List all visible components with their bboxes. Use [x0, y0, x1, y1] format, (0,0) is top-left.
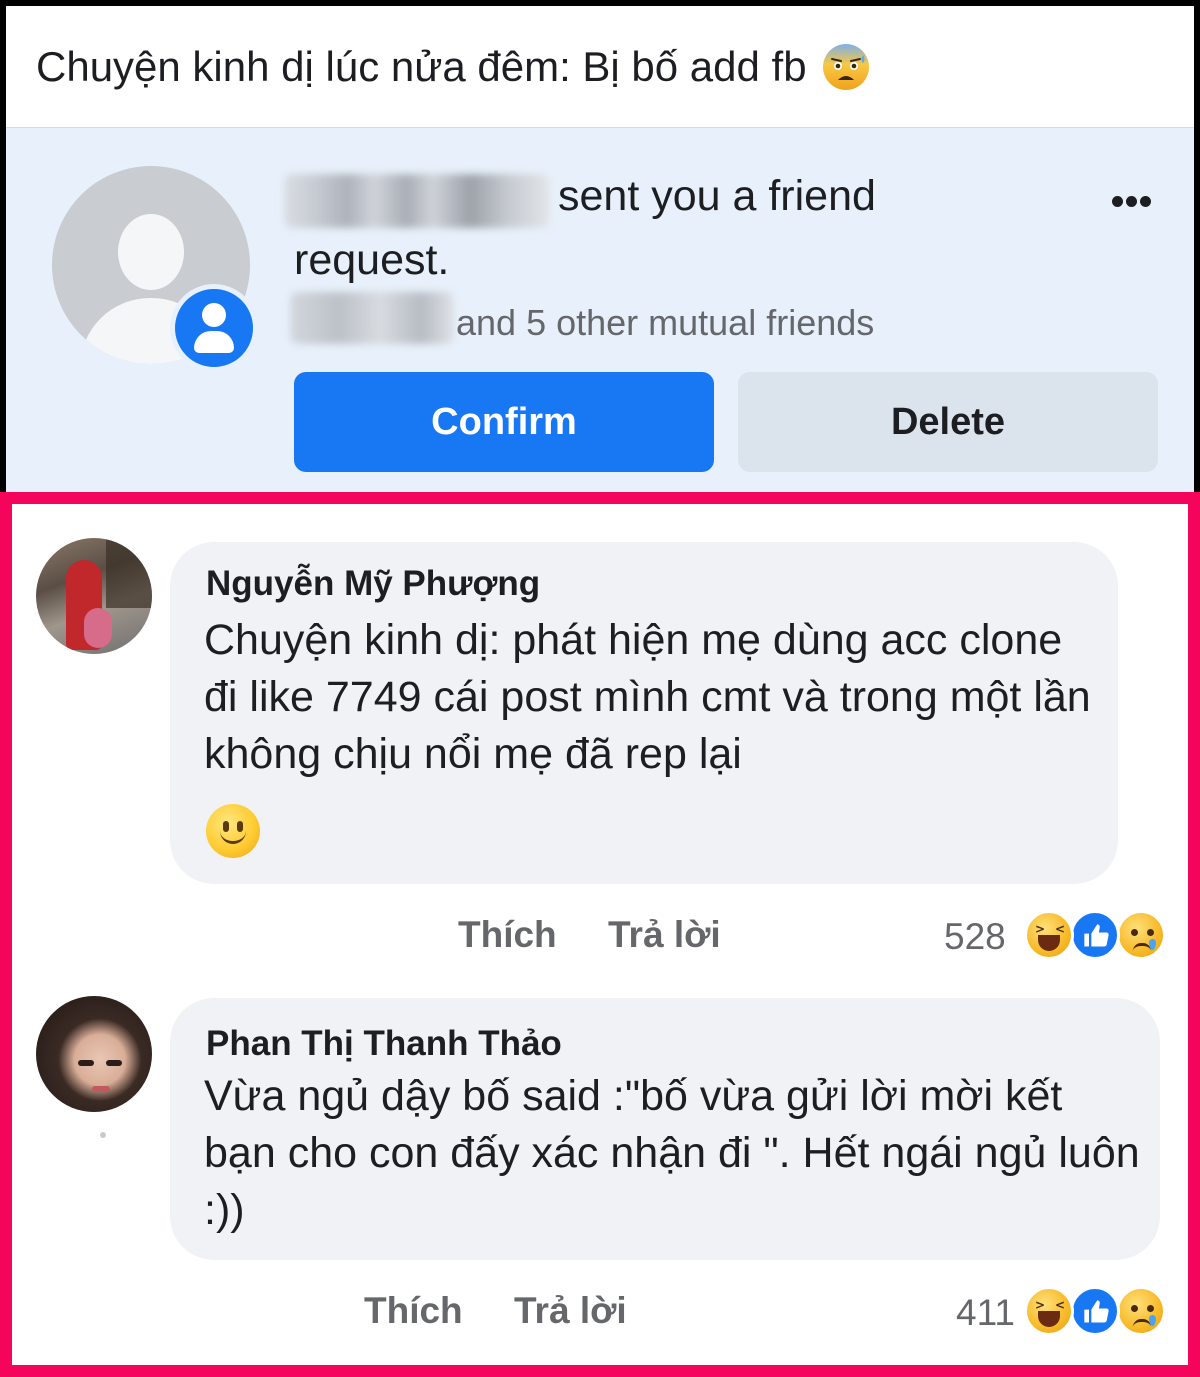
- like-reaction-icon: [1070, 1286, 1120, 1336]
- slightly-smiling-face-icon: [206, 804, 260, 858]
- reaction-count[interactable]: 528: [944, 916, 1006, 958]
- delete-button[interactable]: Delete: [738, 372, 1158, 472]
- anxious-face-with-sweat-icon: [821, 42, 871, 92]
- haha-reaction-icon: > <: [1024, 910, 1074, 960]
- confirm-button[interactable]: Confirm: [294, 372, 714, 472]
- comments-highlight-frame: Nguyễn Mỹ Phượng Chuyện kinh dị: phát hi…: [0, 492, 1200, 1377]
- reply-comment-button[interactable]: Trả lời: [514, 1290, 627, 1332]
- post-title-text: Chuyện kinh dị lúc nửa đêm: Bị bố add fb: [36, 43, 807, 90]
- like-comment-button[interactable]: Thích: [364, 1290, 463, 1332]
- haha-reaction-icon: > <: [1024, 1286, 1074, 1336]
- sad-reaction-icon: [1116, 910, 1166, 960]
- commenter-avatar[interactable]: [36, 996, 152, 1112]
- reply-comment-button[interactable]: Trả lời: [608, 914, 721, 956]
- request-message-line2: request.: [294, 236, 450, 284]
- post-title-bar: Chuyện kinh dị lúc nửa đêm: Bị bố add fb: [6, 6, 1194, 128]
- friend-request-notification[interactable]: sent you a friend request. and 5 other m…: [6, 128, 1194, 500]
- comment-author[interactable]: Phan Thị Thanh Thảo: [206, 1024, 562, 1064]
- request-message-line1: sent you a friend: [558, 172, 876, 220]
- reaction-count[interactable]: 411: [956, 1292, 1015, 1334]
- status-dot: [100, 1132, 106, 1138]
- reaction-icons[interactable]: > <: [1024, 910, 1170, 960]
- post-title: Chuyện kinh dị lúc nửa đêm: Bị bố add fb: [36, 42, 871, 92]
- comment-text: Vừa ngủ dậy bố said :"bố vừa gửi lời mời…: [204, 1072, 1140, 1234]
- like-comment-button[interactable]: Thích: [458, 914, 557, 956]
- blurred-mutual-friend-name: [290, 292, 454, 344]
- comment-author[interactable]: Nguyễn Mỹ Phượng: [206, 564, 540, 604]
- comment-text: Chuyện kinh dị: phát hiện mẹ dùng acc cl…: [204, 616, 1091, 778]
- comment-bubble: Nguyễn Mỹ Phượng Chuyện kinh dị: phát hi…: [170, 542, 1118, 884]
- sad-reaction-icon: [1116, 1286, 1166, 1336]
- friend-request-badge-icon: [170, 284, 258, 372]
- like-reaction-icon: [1070, 910, 1120, 960]
- default-avatar-head: [118, 214, 184, 290]
- blurred-requester-name: [284, 174, 550, 228]
- reaction-icons[interactable]: > <: [1024, 1286, 1170, 1336]
- more-options-icon[interactable]: [1106, 190, 1156, 210]
- friend-request-screenshot: Chuyện kinh dị lúc nửa đêm: Bị bố add fb: [0, 0, 1200, 500]
- comment-bubble: Phan Thị Thanh Thảo Vừa ngủ dậy bố said …: [170, 998, 1160, 1260]
- commenter-avatar[interactable]: [36, 538, 152, 654]
- mutual-friends-text: and 5 other mutual friends: [456, 302, 875, 343]
